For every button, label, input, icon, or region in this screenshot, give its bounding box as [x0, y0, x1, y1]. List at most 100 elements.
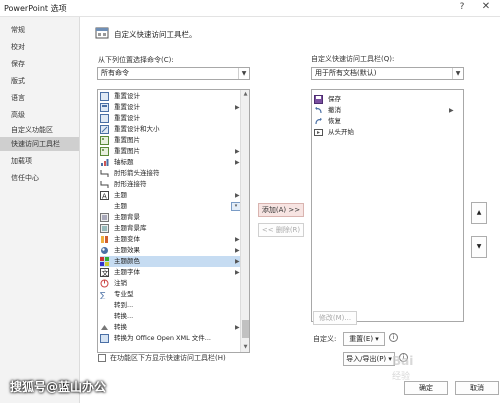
elbow-connector-icon	[100, 181, 109, 188]
toolbar-items-list[interactable]: 保存 撤消 ▶ 恢复 从头开始	[311, 89, 464, 322]
submenu-arrow-icon: ▶	[235, 247, 240, 254]
command-label: 轴标题	[114, 158, 134, 166]
toolbar-item-label: 从头开始	[328, 128, 354, 136]
command-label: 主题变体	[114, 235, 140, 243]
reset-size-icon	[100, 125, 109, 134]
signout-icon	[100, 279, 109, 288]
add-button[interactable]: 添加(A) >>	[258, 203, 304, 217]
list-item[interactable]: 保存	[314, 94, 454, 105]
command-label: 重置设计	[114, 103, 140, 111]
show-below-ribbon-checkbox[interactable]	[98, 354, 106, 362]
cancel-button[interactable]: 取消	[455, 381, 499, 395]
scroll-down-icon[interactable]: ▼	[241, 343, 249, 352]
background-icon	[100, 213, 109, 222]
choose-commands-value: 所有命令	[101, 69, 129, 77]
scrollbar-thumb[interactable]	[242, 320, 249, 338]
axis-title-icon	[101, 159, 109, 166]
sidebar-item-customize-ribbon[interactable]: 自定义功能区	[0, 123, 79, 137]
list-item[interactable]: 肘形箭头连接符	[100, 168, 240, 179]
list-item[interactable]: 从头开始	[314, 127, 454, 138]
command-label: 重置图片	[114, 136, 140, 144]
variant-icon	[101, 236, 108, 243]
baidu-jingyan-logo: Bai 经验	[392, 354, 413, 382]
list-item[interactable]: 注销	[100, 278, 240, 289]
command-label: 转换	[114, 323, 127, 331]
submenu-arrow-icon: ▶	[235, 324, 240, 331]
list-item[interactable]: 恢复	[314, 116, 454, 127]
list-item[interactable]: ∑ 专业型	[100, 289, 240, 300]
submenu-arrow-icon: ▶	[235, 148, 240, 155]
sidebar-item-addins[interactable]: 加载项	[0, 154, 79, 168]
list-item[interactable]: 转换为 Office Open XML 文件...	[100, 333, 245, 344]
list-item[interactable]: 文 主题字体 ▶	[100, 267, 240, 278]
list-item[interactable]: 重置图片 ▶	[100, 146, 240, 157]
remove-button[interactable]: << 删除(R)	[258, 223, 304, 237]
reset-picture-icon	[100, 147, 109, 156]
commands-scrollbar[interactable]: ▲ ▼	[240, 90, 249, 352]
theme-icon: A	[100, 191, 109, 200]
list-item[interactable]: 转换...	[100, 311, 240, 322]
list-item[interactable]: 重置设计和大小	[100, 124, 240, 135]
list-item[interactable]: 主题效果 ▶	[100, 245, 240, 256]
list-item[interactable]: 转换 ▶	[100, 322, 240, 333]
help-icon[interactable]: ?	[455, 2, 469, 15]
choose-commands-select[interactable]: 所有命令 ▼	[97, 67, 250, 80]
svg-text:文: 文	[102, 269, 109, 278]
list-item[interactable]: 重置设计	[100, 113, 240, 124]
command-label: 主题	[114, 191, 127, 199]
command-label: 重置图片	[114, 147, 140, 155]
list-item[interactable]: 重置图片	[100, 135, 240, 146]
svg-text:Bai: Bai	[392, 354, 413, 368]
chevron-down-icon[interactable]: ▼	[238, 68, 249, 79]
info-icon[interactable]: i	[389, 333, 398, 342]
list-item[interactable]: 轴标题 ▶	[100, 157, 240, 168]
list-item[interactable]: 转到...	[100, 300, 240, 311]
move-down-button[interactable]: ▼	[471, 236, 487, 258]
undo-icon	[315, 107, 322, 114]
submenu-arrow-icon: ▶	[235, 258, 240, 265]
show-below-ribbon-label: 在功能区下方显示快速访问工具栏(H)	[110, 354, 226, 362]
sidebar-item-trust-center[interactable]: 信任中心	[0, 171, 79, 185]
list-item[interactable]: 肘形连接符	[100, 179, 240, 190]
command-label: 转换...	[114, 312, 134, 320]
list-item[interactable]: 重置设计 ▶	[100, 102, 240, 113]
modify-button[interactable]: 修改(M)...	[313, 311, 357, 325]
sidebar-item-language[interactable]: 语言	[0, 91, 79, 105]
toolbar-scope-select[interactable]: 用于所有文档(默认) ▼	[311, 67, 464, 80]
close-icon[interactable]: ✕	[478, 1, 494, 16]
commands-list[interactable]: 重置设计 重置设计 ▶ 重置设计 重置设计和大小 重置图片 重置图片 ▶ 轴标题…	[97, 89, 250, 353]
toolbar-item-label: 保存	[328, 95, 341, 103]
submenu-arrow-icon: ▶	[235, 159, 240, 166]
list-item[interactable]: A 主题 ▶	[100, 190, 240, 201]
list-item[interactable]: 主题背景	[100, 212, 240, 223]
sidebar-item-layout[interactable]: 版式	[0, 74, 79, 88]
reset-button[interactable]: 重置(E) ▾	[343, 332, 385, 346]
command-label: 转到...	[114, 301, 134, 309]
command-label: 主题背景库	[114, 224, 147, 232]
sidebar-item-save[interactable]: 保存	[0, 57, 79, 71]
command-label: 主题背景	[114, 213, 140, 221]
sidebar-item-advanced[interactable]: 高级	[0, 108, 79, 122]
list-item[interactable]: 主题变体 ▶	[100, 234, 240, 245]
scroll-up-icon[interactable]: ▲	[241, 90, 249, 99]
chevron-down-icon[interactable]: ▼	[452, 68, 463, 79]
list-item[interactable]: 主题背景库	[100, 223, 240, 234]
list-item[interactable]: 重置设计	[100, 91, 240, 102]
sidebar-item-proofing[interactable]: 校对	[0, 40, 79, 54]
move-up-button[interactable]: ▲	[471, 202, 487, 224]
list-item[interactable]: 撤消 ▶	[314, 105, 454, 116]
command-label: 重置设计	[114, 114, 140, 122]
submenu-arrow-icon: ▶	[449, 107, 454, 114]
command-label: 肘形连接符	[114, 180, 147, 188]
submenu-arrow-icon: ▶	[235, 104, 240, 111]
submenu-arrow-icon: ▶	[235, 269, 240, 276]
svg-text:A: A	[102, 193, 107, 201]
svg-text:∑: ∑	[100, 291, 106, 299]
command-label: 主题字体	[114, 268, 140, 276]
list-item-selected[interactable]: 主题颜色 ▶	[100, 256, 240, 267]
toolbar-item-label: 恢复	[328, 117, 341, 125]
list-item[interactable]: 主题 ▾	[100, 201, 241, 212]
title-bar: PowerPoint 选项 ? ✕	[0, 0, 500, 17]
sidebar-item-quick-access-toolbar[interactable]: 快速访问工具栏	[0, 137, 79, 151]
sidebar-item-general[interactable]: 常规	[0, 23, 79, 37]
